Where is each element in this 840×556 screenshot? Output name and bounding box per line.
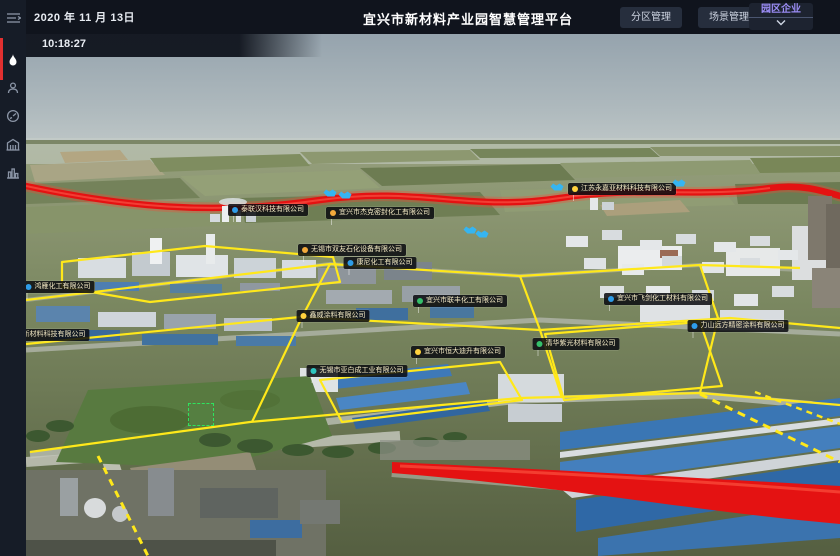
company-label[interactable]: 泰联汉科技有限公司 bbox=[228, 204, 308, 216]
company-label-text: 泰联汉科技有限公司 bbox=[241, 206, 304, 214]
company-label-text: 力山远方精密涂料有限公司 bbox=[701, 322, 785, 330]
company-label-text: 宜兴市恒大迪升有限公司 bbox=[424, 348, 501, 356]
company-label[interactable]: 鑫威涂料有限公司 bbox=[297, 310, 370, 322]
company-label-text: 氟新材料科技有限公司 bbox=[16, 331, 86, 339]
company-marker-icon bbox=[232, 207, 238, 213]
map-selection-box bbox=[188, 403, 214, 426]
flame-icon bbox=[6, 53, 20, 68]
building-icon bbox=[6, 138, 20, 151]
company-label[interactable]: 宜兴市杰克密封化工有限公司 bbox=[326, 207, 434, 219]
company-label[interactable]: 无锡市亚白成工业有限公司 bbox=[307, 365, 408, 377]
sidebar-item-menu[interactable] bbox=[0, 6, 26, 30]
current-time: 10:18:27 bbox=[42, 38, 86, 50]
company-marker-icon bbox=[26, 284, 32, 290]
hamburger-icon bbox=[6, 12, 21, 24]
company-marker-icon bbox=[572, 186, 578, 192]
company-marker-icon bbox=[302, 247, 308, 253]
company-label-text: 宜兴市飞剑化工材料有限公司 bbox=[617, 295, 708, 303]
sidebar-item-statistics[interactable] bbox=[0, 160, 26, 184]
current-date: 2020 年 11 月 13日 bbox=[34, 9, 135, 25]
company-label[interactable]: 康尼化工有限公司 bbox=[344, 257, 417, 269]
company-marker-icon bbox=[311, 368, 317, 374]
company-marker-icon bbox=[348, 260, 354, 266]
company-label-text: 鸿雁化工有限公司 bbox=[35, 283, 91, 291]
chevron-down-icon bbox=[775, 19, 787, 26]
company-label-text: 鑫威涂料有限公司 bbox=[310, 312, 366, 320]
company-marker-icon bbox=[692, 323, 698, 329]
company-label-text: 清华紫光材料有限公司 bbox=[546, 340, 616, 348]
company-marker-icon bbox=[301, 313, 307, 319]
gauge-icon bbox=[6, 109, 20, 123]
company-label[interactable]: 清华紫光材料有限公司 bbox=[533, 338, 620, 350]
company-label[interactable]: 宜兴市联丰化工有限公司 bbox=[413, 295, 507, 307]
sidebar-item-personnel[interactable] bbox=[0, 76, 26, 100]
company-marker-icon bbox=[537, 341, 543, 347]
enterprise-dropdown[interactable]: 园区企业 bbox=[749, 3, 813, 30]
company-label[interactable]: 宜兴市飞剑化工材料有限公司 bbox=[604, 293, 712, 305]
company-label[interactable]: 鸿雁化工有限公司 bbox=[22, 281, 95, 293]
page-title: 宜兴市新材料产业园智慧管理平台 bbox=[318, 9, 618, 28]
bar-chart-icon bbox=[6, 166, 20, 179]
clock-hud: 10:18:27 bbox=[26, 34, 322, 57]
company-label[interactable]: 江苏永嘉亚材料科技有限公司 bbox=[568, 183, 676, 195]
company-label-text: 无锡市双友石化设备有限公司 bbox=[311, 246, 402, 254]
company-marker-icon bbox=[415, 349, 421, 355]
company-label-text: 宜兴市杰克密封化工有限公司 bbox=[339, 209, 430, 217]
sidebar-item-enterprise[interactable] bbox=[0, 132, 26, 156]
company-label[interactable]: 无锡市双友石化设备有限公司 bbox=[298, 244, 406, 256]
company-label[interactable]: 力山远方精密涂料有限公司 bbox=[688, 320, 789, 332]
company-marker-icon bbox=[417, 298, 423, 304]
sidebar-item-dashboard[interactable] bbox=[0, 104, 26, 128]
company-label-text: 无锡市亚白成工业有限公司 bbox=[320, 367, 404, 375]
company-marker-icon bbox=[608, 296, 614, 302]
company-label-text: 宜兴市联丰化工有限公司 bbox=[426, 297, 503, 305]
enterprise-dropdown-label: 园区企业 bbox=[749, 3, 813, 18]
zone-management-button[interactable]: 分区管理 bbox=[620, 7, 682, 28]
map-3d-view[interactable] bbox=[0, 0, 840, 556]
company-marker-icon bbox=[330, 210, 336, 216]
company-label-text: 江苏永嘉亚材料科技有限公司 bbox=[581, 185, 672, 193]
person-icon bbox=[6, 81, 20, 95]
company-label-text: 康尼化工有限公司 bbox=[357, 259, 413, 267]
nav-sidebar bbox=[0, 0, 26, 556]
company-label[interactable]: 宜兴市恒大迪升有限公司 bbox=[411, 346, 505, 358]
sidebar-item-fire-monitor[interactable] bbox=[0, 48, 26, 72]
top-header: 2020 年 11 月 13日 宜兴市新材料产业园智慧管理平台 分区管理 场景管… bbox=[26, 0, 840, 34]
